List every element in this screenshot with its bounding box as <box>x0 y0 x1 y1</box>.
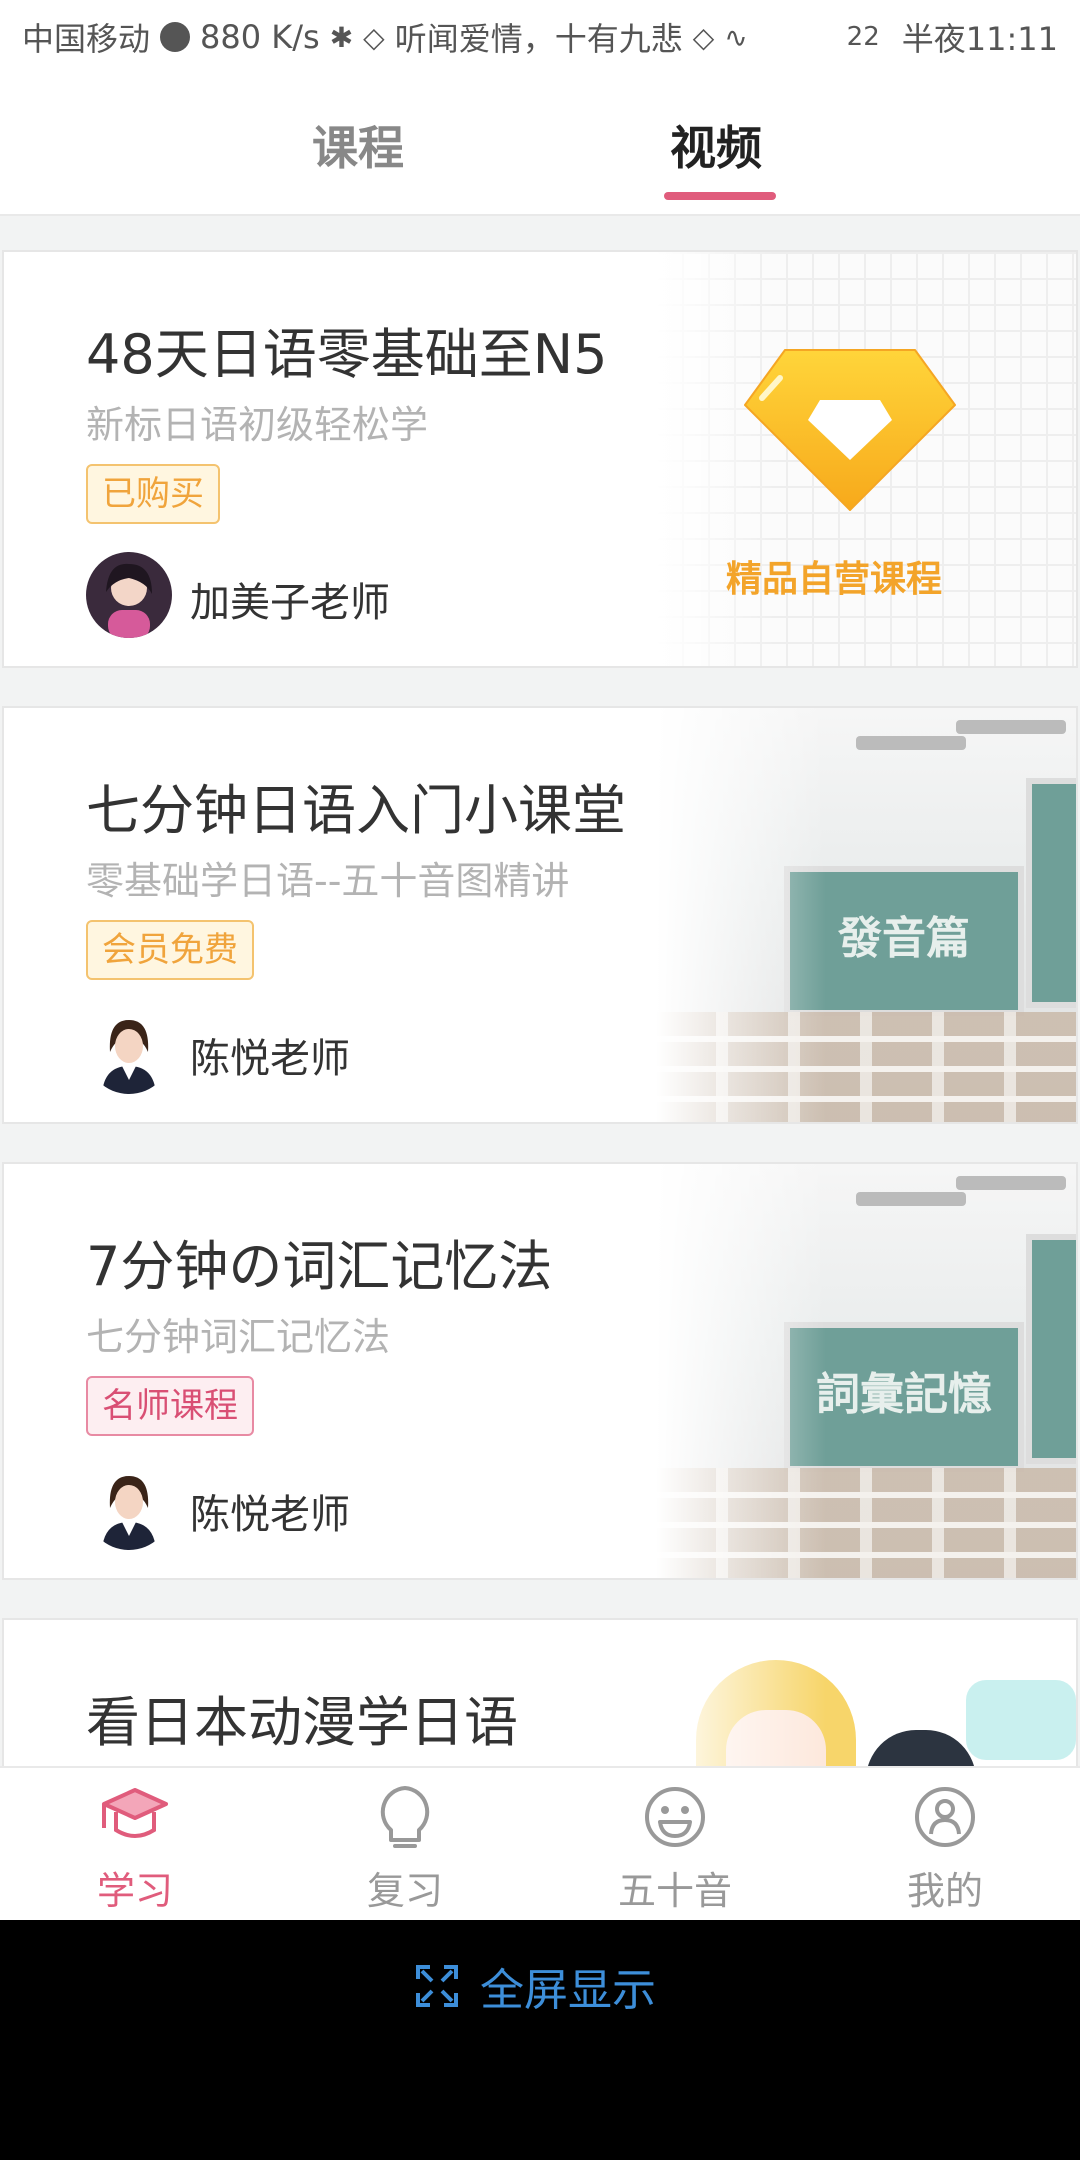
course-subtitle: 七分钟词汇记忆法 <box>86 1315 391 1359</box>
course-title: 看日本动漫学日语 <box>86 1691 518 1754</box>
expand-icon <box>416 1965 458 2007</box>
cover-sky <box>966 1680 1076 1760</box>
course-subtitle: 零基础学日语--五十音图精讲 <box>86 859 570 903</box>
tab-videos[interactable]: 视频 <box>670 112 762 178</box>
cover-character-boy <box>866 1730 976 1766</box>
course-card[interactable]: 發音篇 七分钟日语入门小课堂 零基础学日语--五十音图精讲 会员免费 陈悦老师 <box>2 706 1078 1124</box>
top-tabs: 课程 视频 <box>0 74 1080 216</box>
course-title: 7分钟の词汇记忆法 <box>86 1235 553 1298</box>
diamond-icon <box>740 340 960 520</box>
music-note-icon: ◇ <box>363 20 385 54</box>
course-title: 七分钟日语入门小课堂 <box>86 779 626 842</box>
nav-label: 复习 <box>366 1869 443 1913</box>
cover-fade <box>656 1164 826 1578</box>
course-list[interactable]: 精品自营课程 48天日语零基础至N5 新标日语初级轻松学 已购买 加美子老师 發… <box>0 216 1080 1766</box>
nav-label: 五十音 <box>617 1869 732 1913</box>
graduation-cap-icon <box>102 1788 168 1838</box>
teacher-name: 加美子老师 <box>190 580 390 626</box>
nav-item-me[interactable]: 我的 <box>810 1768 1080 1920</box>
premium-course-label: 精品自营课程 <box>726 559 943 600</box>
bluetooth-icon: ✱ <box>329 20 354 54</box>
carrier-label: 中国移动 <box>22 20 151 58</box>
ceiling-lamp <box>856 736 966 750</box>
battery-level: 22 <box>846 22 880 52</box>
nav-label: 学习 <box>96 1869 173 1913</box>
globe-icon <box>160 22 191 52</box>
cover-fade <box>656 708 826 1122</box>
system-bar: 全屏显示 <box>0 1920 1080 2160</box>
now-playing-text: 听闻爱情，十有九悲 <box>394 20 683 58</box>
course-cover-classroom: 詞彙記憶 <box>656 1164 1076 1578</box>
avatar <box>86 1008 172 1094</box>
status-badge: 已购买 <box>86 464 220 524</box>
ceiling-lamp <box>956 720 1066 734</box>
user-icon <box>915 1787 975 1847</box>
active-tab-indicator <box>664 192 776 200</box>
cover-fade <box>656 1620 826 1766</box>
nav-item-kana[interactable]: 五十音 <box>540 1768 810 1920</box>
signal-wave-icon: ∿ <box>724 20 748 54</box>
teacher-name: 陈悦老师 <box>190 1036 350 1082</box>
status-left: 中国移动 880 K/s ✱ ◇ 听闻爱情，十有九悲 ◇ ∿ <box>22 14 847 60</box>
teacher-name: 陈悦老师 <box>190 1492 350 1538</box>
side-blackboard <box>1026 778 1076 1008</box>
avatar <box>86 1464 172 1550</box>
status-badge: 会员免费 <box>86 920 254 980</box>
course-cover-classroom: 發音篇 <box>656 708 1076 1122</box>
status-badge: 名师课程 <box>86 1376 254 1436</box>
smiley-icon <box>645 1787 705 1847</box>
bottom-nav: 学习 复习 五十音 我的 <box>0 1766 1080 1920</box>
ceiling-lamp <box>856 1192 966 1206</box>
course-title: 48天日语零基础至N5 <box>86 323 608 386</box>
avatar <box>86 552 172 638</box>
fullscreen-button[interactable]: 全屏显示 <box>414 1954 656 2018</box>
status-bar: 中国移动 880 K/s ✱ ◇ 听闻爱情，十有九悲 ◇ ∿ 22 半夜11:1… <box>0 0 1080 74</box>
ceiling-lamp <box>956 1176 1066 1190</box>
course-subtitle: 新标日语初级轻松学 <box>86 403 429 447</box>
lightbulb-icon <box>380 1786 430 1848</box>
course-card[interactable]: 詞彙記憶 7分钟の词汇记忆法 七分钟词汇记忆法 名师课程 陈悦老师 <box>2 1162 1078 1580</box>
network-speed: 880 K/s <box>200 18 320 56</box>
side-blackboard <box>1026 1234 1076 1464</box>
nav-item-review[interactable]: 复习 <box>270 1768 540 1920</box>
clock: 半夜11:11 <box>901 20 1058 58</box>
nav-item-study[interactable]: 学习 <box>0 1768 270 1920</box>
wifi-icon: ◇ <box>692 20 715 54</box>
nav-label: 我的 <box>906 1869 983 1913</box>
course-card[interactable]: 精品自营课程 48天日语零基础至N5 新标日语初级轻松学 已购买 加美子老师 <box>2 250 1078 668</box>
tab-courses[interactable]: 课程 <box>312 112 404 178</box>
status-right: 22 半夜11:11 <box>847 14 1058 60</box>
course-cover-premium: 精品自营课程 <box>656 252 1076 666</box>
course-card[interactable]: 看日本动漫学日语 <box>2 1618 1078 1766</box>
fullscreen-label: 全屏显示 <box>480 1965 656 2016</box>
course-cover-anime <box>656 1620 1076 1766</box>
